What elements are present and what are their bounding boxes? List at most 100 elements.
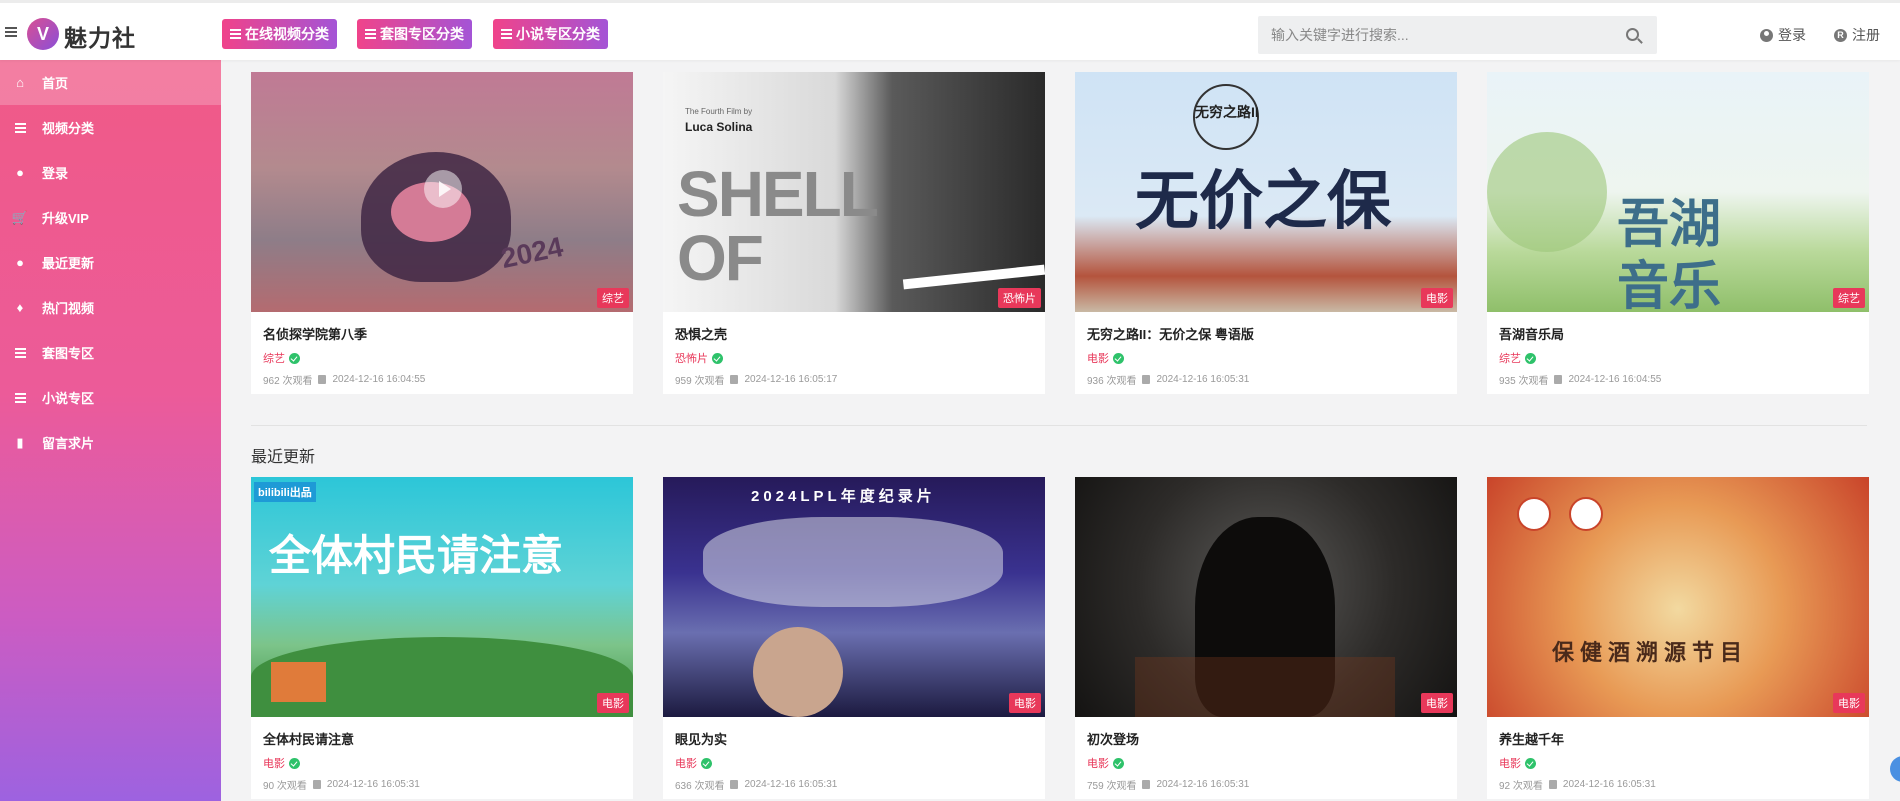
video-title[interactable]: 吾湖音乐局 xyxy=(1499,324,1857,343)
video-category[interactable]: 综艺 xyxy=(1499,350,1521,366)
poster-text: 无穷之路II xyxy=(1195,104,1259,120)
video-title[interactable]: 眼见为实 xyxy=(675,729,1033,748)
verified-icon xyxy=(289,757,300,769)
user-circle-icon: ● xyxy=(16,165,24,180)
video-category[interactable]: 恐怖片 xyxy=(675,350,708,366)
publish-date: 2024-12-16 16:05:31 xyxy=(326,779,420,790)
cart-icon: 🛒 xyxy=(11,209,29,225)
video-thumbnail[interactable]: The Fourth Film by Luca Solina SHELL OF … xyxy=(663,72,1045,312)
sidebar-item-hot[interactable]: ♦ 热门视频 xyxy=(0,285,221,330)
poster-text: 保健酒溯源节目 xyxy=(1552,640,1749,666)
video-title[interactable]: 养生越千年 xyxy=(1499,729,1857,748)
verified-icon xyxy=(1525,757,1536,769)
register-link[interactable]: R 注册 xyxy=(1834,25,1880,45)
publish-date: 2024-12-16 16:05:31 xyxy=(1562,779,1656,790)
sidebar-item-label: 热门视频 xyxy=(42,301,95,316)
sidebar-item-label: 首页 xyxy=(42,76,69,91)
poster-text: SHELL OF xyxy=(677,158,878,294)
video-category[interactable]: 电影 xyxy=(1087,755,1109,771)
video-title[interactable]: 初次登场 xyxy=(1087,729,1445,748)
video-title[interactable]: 恐惧之壳 xyxy=(675,324,1033,343)
sidebar-item-novels[interactable]: 小说专区 xyxy=(0,375,221,420)
category-badge: 电影 xyxy=(1009,693,1041,713)
video-card[interactable]: 2024 综艺 名侦探学院第八季 综艺 962 次观看 2024-12-16 16… xyxy=(251,72,633,394)
video-thumbnail[interactable]: 2024 综艺 xyxy=(251,72,633,312)
register-icon: R xyxy=(1834,28,1847,42)
sidebar-item-home[interactable]: ⌂ 首页 xyxy=(0,60,221,105)
calendar-icon xyxy=(730,375,739,384)
search-input[interactable] xyxy=(1258,16,1588,54)
floating-chat-button[interactable] xyxy=(1890,756,1900,782)
video-card[interactable]: 吾湖 音乐 综艺 吾湖音乐局 综艺 935 次观看 2024-12-16 16:0… xyxy=(1487,72,1869,394)
poster-text: Luca Solina xyxy=(685,120,753,134)
sidebar-item-gallery[interactable]: 套图专区 xyxy=(0,330,221,375)
site-logo-text[interactable]: 魅力社 xyxy=(64,19,136,53)
video-category[interactable]: 电影 xyxy=(263,755,285,771)
sidebar-item-video-categories[interactable]: 视频分类 xyxy=(0,105,221,150)
video-thumbnail[interactable]: 电影 xyxy=(1075,477,1457,717)
gallery-category-button[interactable]: 套图专区分类 xyxy=(357,19,472,49)
video-title[interactable]: 无穷之路II：无价之保 粤语版 xyxy=(1087,324,1445,343)
poster-text: 2024LPL年度纪录片 xyxy=(751,488,936,505)
video-thumbnail[interactable]: 2024LPL年度纪录片 电影 xyxy=(663,477,1045,717)
video-card[interactable]: bilibili出品 全体村民请注意 电影 全体村民请注意 电影 90 次观看 2… xyxy=(251,477,633,799)
publish-date: 2024-12-16 16:04:55 xyxy=(1568,374,1662,385)
section-title: 最近更新 xyxy=(251,449,316,466)
sidebar-item-requests[interactable]: ▮ 留言求片 xyxy=(0,420,221,465)
video-category[interactable]: 电影 xyxy=(1087,350,1109,366)
poster-text: The Fourth Film by xyxy=(685,107,753,116)
category-badge: 电影 xyxy=(1421,693,1453,713)
verified-icon xyxy=(1113,352,1124,364)
logo-icon[interactable]: V xyxy=(27,18,59,50)
calendar-icon xyxy=(1142,375,1151,384)
verified-icon xyxy=(712,352,723,364)
category-badge: 电影 xyxy=(1833,693,1865,713)
video-thumbnail[interactable]: bilibili出品 全体村民请注意 电影 xyxy=(251,477,633,717)
poster-text: 全体村民请注意 xyxy=(269,532,564,579)
video-card[interactable]: 2024LPL年度纪录片 电影 眼见为实 电影 636 次观看 2024-12-1… xyxy=(663,477,1045,799)
view-count: 936 次观看 xyxy=(1087,376,1137,387)
publish-date: 2024-12-16 16:04:55 xyxy=(332,374,426,385)
video-thumbnail[interactable]: 无穷之路II 无价之保 电影 xyxy=(1075,72,1457,312)
list-icon xyxy=(501,29,512,39)
fire-icon: ♦ xyxy=(16,300,24,315)
video-thumbnail[interactable]: 保健酒溯源节目 电影 xyxy=(1487,477,1869,717)
video-card[interactable]: The Fourth Film by Luca Solina SHELL OF … xyxy=(663,72,1045,394)
sidebar-item-login[interactable]: ● 登录 xyxy=(0,150,221,195)
video-category[interactable]: 电影 xyxy=(1499,755,1521,771)
view-count: 759 次观看 xyxy=(1087,781,1137,792)
view-count: 935 次观看 xyxy=(1499,376,1549,387)
sidebar: ⌂ 首页 视频分类 ● 登录 🛒 升级VIP ● 最近更新 ♦ 热门视频 套图专… xyxy=(0,60,221,801)
novel-category-button[interactable]: 小说专区分类 xyxy=(493,19,608,49)
video-title[interactable]: 全体村民请注意 xyxy=(263,729,621,748)
poster-text: 无价之保 xyxy=(1135,164,1391,239)
view-count: 959 次观看 xyxy=(675,376,725,387)
view-count: 636 次观看 xyxy=(675,781,725,792)
sidebar-item-vip[interactable]: 🛒 升级VIP xyxy=(0,195,221,240)
login-link[interactable]: 登录 xyxy=(1760,25,1806,45)
video-title[interactable]: 名侦探学院第八季 xyxy=(263,324,621,343)
home-icon: ⌂ xyxy=(16,75,24,90)
menu-toggle-icon[interactable] xyxy=(5,27,17,37)
video-category[interactable]: 电影 xyxy=(675,755,697,771)
sidebar-item-label: 登录 xyxy=(42,166,69,181)
video-thumbnail[interactable]: 吾湖 音乐 综艺 xyxy=(1487,72,1869,312)
search-icon[interactable] xyxy=(1626,28,1639,41)
video-card[interactable]: 保健酒溯源节目 电影 养生越千年 电影 92 次观看 2024-12-16 16:… xyxy=(1487,477,1869,799)
sidebar-item-recent[interactable]: ● 最近更新 xyxy=(0,240,221,285)
verified-icon xyxy=(1113,757,1124,769)
calendar-icon xyxy=(318,375,327,384)
video-category[interactable]: 综艺 xyxy=(263,350,285,366)
publish-date: 2024-12-16 16:05:31 xyxy=(1156,374,1250,385)
poster-text: bilibili出品 xyxy=(254,482,316,502)
category-badge: 电影 xyxy=(1421,288,1453,308)
sidebar-item-label: 最近更新 xyxy=(42,256,95,271)
video-card[interactable]: 无穷之路II 无价之保 电影 无穷之路II：无价之保 粤语版 电影 936 次观… xyxy=(1075,72,1457,394)
play-icon[interactable] xyxy=(424,170,462,208)
sidebar-item-label: 小说专区 xyxy=(42,391,95,406)
section-divider xyxy=(251,425,1867,426)
publish-date: 2024-12-16 16:05:17 xyxy=(744,374,838,385)
video-card[interactable]: 电影 初次登场 电影 759 次观看 2024-12-16 16:05:31 xyxy=(1075,477,1457,799)
calendar-icon xyxy=(312,780,321,789)
video-category-button[interactable]: 在线视频分类 xyxy=(222,19,337,49)
